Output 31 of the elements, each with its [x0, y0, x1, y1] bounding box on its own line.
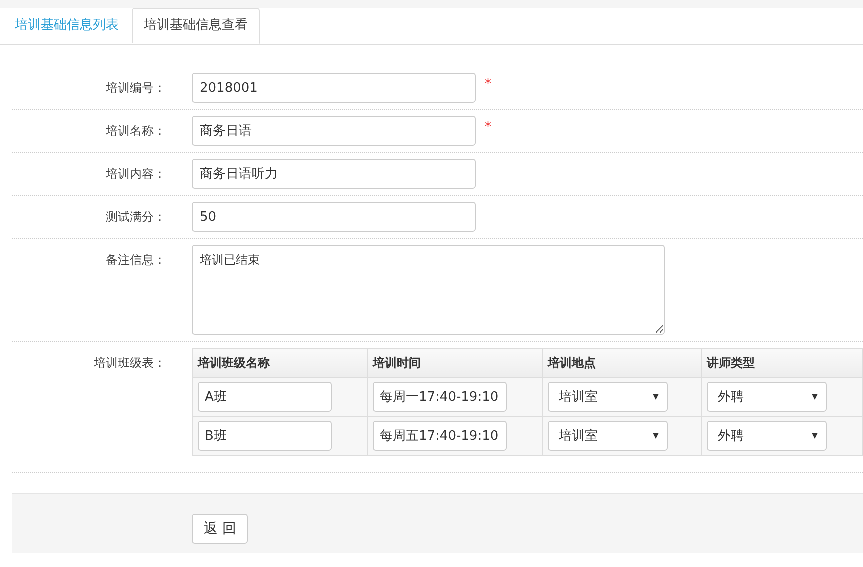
column-header: 培训地点 [542, 348, 702, 378]
required-mark: * [485, 76, 492, 94]
column-header: 讲师类型 [702, 348, 862, 378]
textarea-field[interactable]: 培训已结束 [192, 245, 665, 335]
field-label: 培训名称： [105, 123, 167, 140]
column-header: 培训班级名称 [192, 348, 368, 378]
input-field[interactable]: 商务日语听力 [192, 159, 476, 189]
input-field[interactable]: B班 [198, 421, 332, 451]
dropdown[interactable]: 培训室 [548, 382, 668, 412]
dropdown[interactable]: 培训室 [548, 421, 668, 451]
back-button[interactable]: 返 回 [192, 514, 248, 544]
dropdown[interactable]: 外聘 [707, 421, 827, 451]
dropdown[interactable]: 外聘 [707, 382, 827, 412]
caret-icon [812, 394, 818, 400]
input-field[interactable]: 50 [192, 202, 476, 232]
input-field[interactable]: A班 [198, 382, 332, 412]
field-label: 备注信息： [105, 252, 167, 269]
field-label: 培训班级表： [93, 355, 167, 372]
input-field[interactable]: 2018001 [192, 73, 476, 103]
field-label: 培训内容： [105, 166, 167, 183]
input-field[interactable]: 每周一17:40-19:10 [373, 382, 507, 412]
field-label: 测试满分： [105, 209, 167, 226]
column-header: 培训时间 [368, 348, 542, 378]
required-mark: * [485, 119, 492, 137]
caret-icon [653, 433, 659, 439]
caret-icon [812, 433, 818, 439]
input-field[interactable]: 商务日语 [192, 116, 476, 146]
input-field[interactable]: 每周五17:40-19:10 [373, 421, 507, 451]
caret-icon [653, 394, 659, 400]
field-label: 培训编号： [105, 80, 167, 97]
tab[interactable]: 培训基础信息查看 [132, 8, 260, 44]
